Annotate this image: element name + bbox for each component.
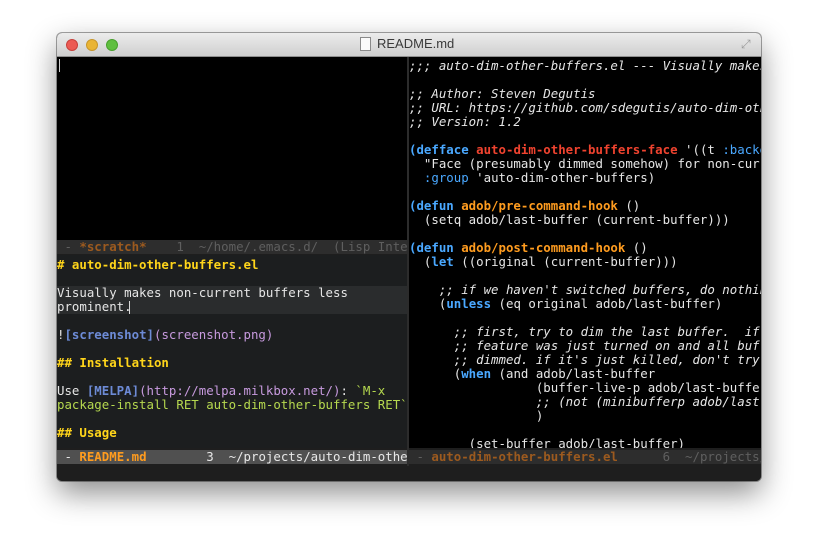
document-icon (360, 37, 371, 51)
close-button[interactable] (66, 39, 78, 51)
install-colon: : (340, 383, 356, 398)
elisp-comment-header: ;;; auto-dim-other-buffers.el --- Visual… (409, 58, 761, 73)
modeline-major-mode: (Lisp Inte (333, 240, 407, 254)
minimize-button[interactable] (86, 39, 98, 51)
readme-image-line: ![screenshot](screenshot.png) (57, 328, 273, 342)
elisp-pane[interactable]: ;;; auto-dim-other-buffers.el --- Visual… (409, 57, 761, 448)
face-name: auto-dim-other-buffers-face (476, 142, 678, 157)
modeline-path: ~/projects/auto (685, 450, 761, 464)
defun-keyword: (defun (409, 198, 462, 213)
let-keyword: let (431, 254, 454, 269)
modeline-flag: - (57, 450, 80, 464)
defface-rest: '((t (677, 142, 723, 157)
elisp-setq-line: (setq adob/last-buffer (current-buffer))… (409, 212, 730, 227)
fullscreen-icon[interactable]: ⤢ (741, 37, 755, 51)
elisp-unless-line: (unless (eq original adob/last-buffer) (409, 296, 723, 311)
elisp-let-line: (let ((original (current-buffer))) (409, 255, 678, 269)
elisp-defface-line: (defface auto-dim-other-buffers-face '((… (409, 143, 761, 157)
unless-paren: ( (409, 296, 447, 311)
elisp-defface-group: :group 'auto-dim-other-buffers) (409, 171, 655, 185)
elisp-comment-switch: ;; if we haven't switched buffers, do no… (409, 282, 761, 297)
readme-pane[interactable]: # auto-dim-other-buffers.el Visually mak… (57, 255, 407, 448)
elisp-comment-first: ;; first, try to dim the last buffer. if… (409, 324, 761, 339)
unless-keyword: unless (446, 296, 492, 311)
let-bindings: ((original (current-buffer))) (453, 254, 678, 269)
elisp-buffer-live-line: (buffer-live-p adob/last-buffer) (409, 380, 761, 395)
minibuffer[interactable] (57, 466, 761, 481)
title-bar[interactable]: README.md ⤢ (57, 33, 761, 57)
elisp-minibufferp-comment: ;; (not (minibufferp adob/last-b$ (409, 394, 761, 409)
elisp-comment-url: ;; URL: https://github.com/sdegutis/auto… (409, 100, 761, 115)
readme-modeline[interactable]: - README.md 3 ~/projects/auto-dim-other-… (57, 450, 407, 464)
modeline-line-number: 6 (662, 450, 671, 464)
when-keyword: when (461, 366, 492, 381)
function-args: () (617, 198, 641, 213)
defun-keyword: (defun (409, 240, 462, 255)
elisp-close-paren: ) (409, 408, 544, 423)
group-keyword: :group (409, 170, 469, 185)
function-args: () (625, 240, 648, 255)
unless-condition: (eq original adob/last-buffer) (491, 296, 723, 311)
modeline-path: ~/home/.emacs.d/ (198, 240, 319, 254)
defface-keyword: (defface (409, 142, 477, 157)
readme-install-line-2: package-install RET auto-dim-other-buffe… (57, 397, 407, 412)
elisp-when-line: (when (and adob/last-buffer (409, 367, 655, 381)
defface-background-keyword: :backgr$ (722, 142, 761, 157)
when-paren: ( (409, 366, 462, 381)
elisp-modeline[interactable]: - auto-dim-other-buffers.el 6 ~/projects… (409, 450, 761, 464)
elisp-comment-feature: ;; feature was just turned on and all bu… (409, 338, 761, 353)
modeline-buffer-name: *scratch* (79, 240, 147, 254)
modeline-buffer-name: README.md (79, 450, 147, 464)
install-code-start: `M-x (355, 383, 386, 398)
readme-heading-usage: ## Usage (57, 425, 117, 440)
elisp-defface-doc: "Face (presumably dimmed somehow) for no… (409, 156, 761, 171)
scratch-cursor (59, 59, 60, 72)
when-condition: (and adob/last-buffer (491, 366, 656, 381)
let-paren: ( (409, 254, 432, 269)
elisp-comment-author: ;; Author: Steven Degutis (409, 86, 596, 101)
elisp-comment-version: ;; Version: 1.2 (409, 114, 521, 129)
modeline-line-number: 3 (206, 450, 214, 464)
melpa-url[interactable]: (http://melpa.milkbox.net/) (139, 383, 340, 398)
modeline-flag: - (409, 450, 432, 464)
window-title: README.md (377, 36, 455, 51)
melpa-link[interactable]: [MELPA] (87, 383, 139, 398)
modeline-line-number: 1 (176, 240, 184, 254)
readme-paragraph-line-2: prominent. (57, 299, 132, 314)
group-value: 'auto-dim-other-buffers) (468, 170, 656, 185)
elisp-comment-dimmed: ;; dimmed. if it's just killed, don't tr… (409, 352, 761, 367)
function-name: adob/pre-command-hook (461, 198, 618, 213)
readme-cursor (129, 301, 130, 314)
install-text: Use (57, 383, 87, 398)
scratch-pane[interactable] (57, 57, 407, 240)
scratch-modeline[interactable]: - *scratch* 1 ~/home/.emacs.d/ (Lisp Int… (57, 240, 407, 254)
modeline-path: ~/projects/auto-dim-other-bu (228, 450, 407, 464)
function-name: adob/post-command-hook (461, 240, 626, 255)
elisp-defun-post: (defun adob/post-command-hook () (409, 241, 648, 255)
readme-heading-1: # auto-dim-other-buffers.el (57, 257, 259, 272)
image-alt-text: [screenshot] (64, 327, 154, 342)
emacs-window: README.md ⤢ - *scratch* 1 ~/home/.emacs.… (57, 33, 761, 481)
readme-paragraph-line-1: Visually makes non-current buffers less (57, 285, 348, 300)
modeline-buffer-name: auto-dim-other-buffers.el (431, 450, 618, 464)
readme-heading-installation: ## Installation (57, 355, 169, 370)
zoom-button[interactable] (106, 39, 118, 51)
modeline-flag: - (57, 240, 80, 254)
elisp-defun-pre: (defun adob/pre-command-hook () (409, 199, 640, 213)
image-url[interactable]: (screenshot.png) (154, 327, 273, 342)
elisp-set-buffer-line: (set-buffer adob/last-buffer) (409, 436, 686, 449)
readme-install-line-1: Use [MELPA](http://melpa.milkbox.net/): … (57, 384, 385, 398)
